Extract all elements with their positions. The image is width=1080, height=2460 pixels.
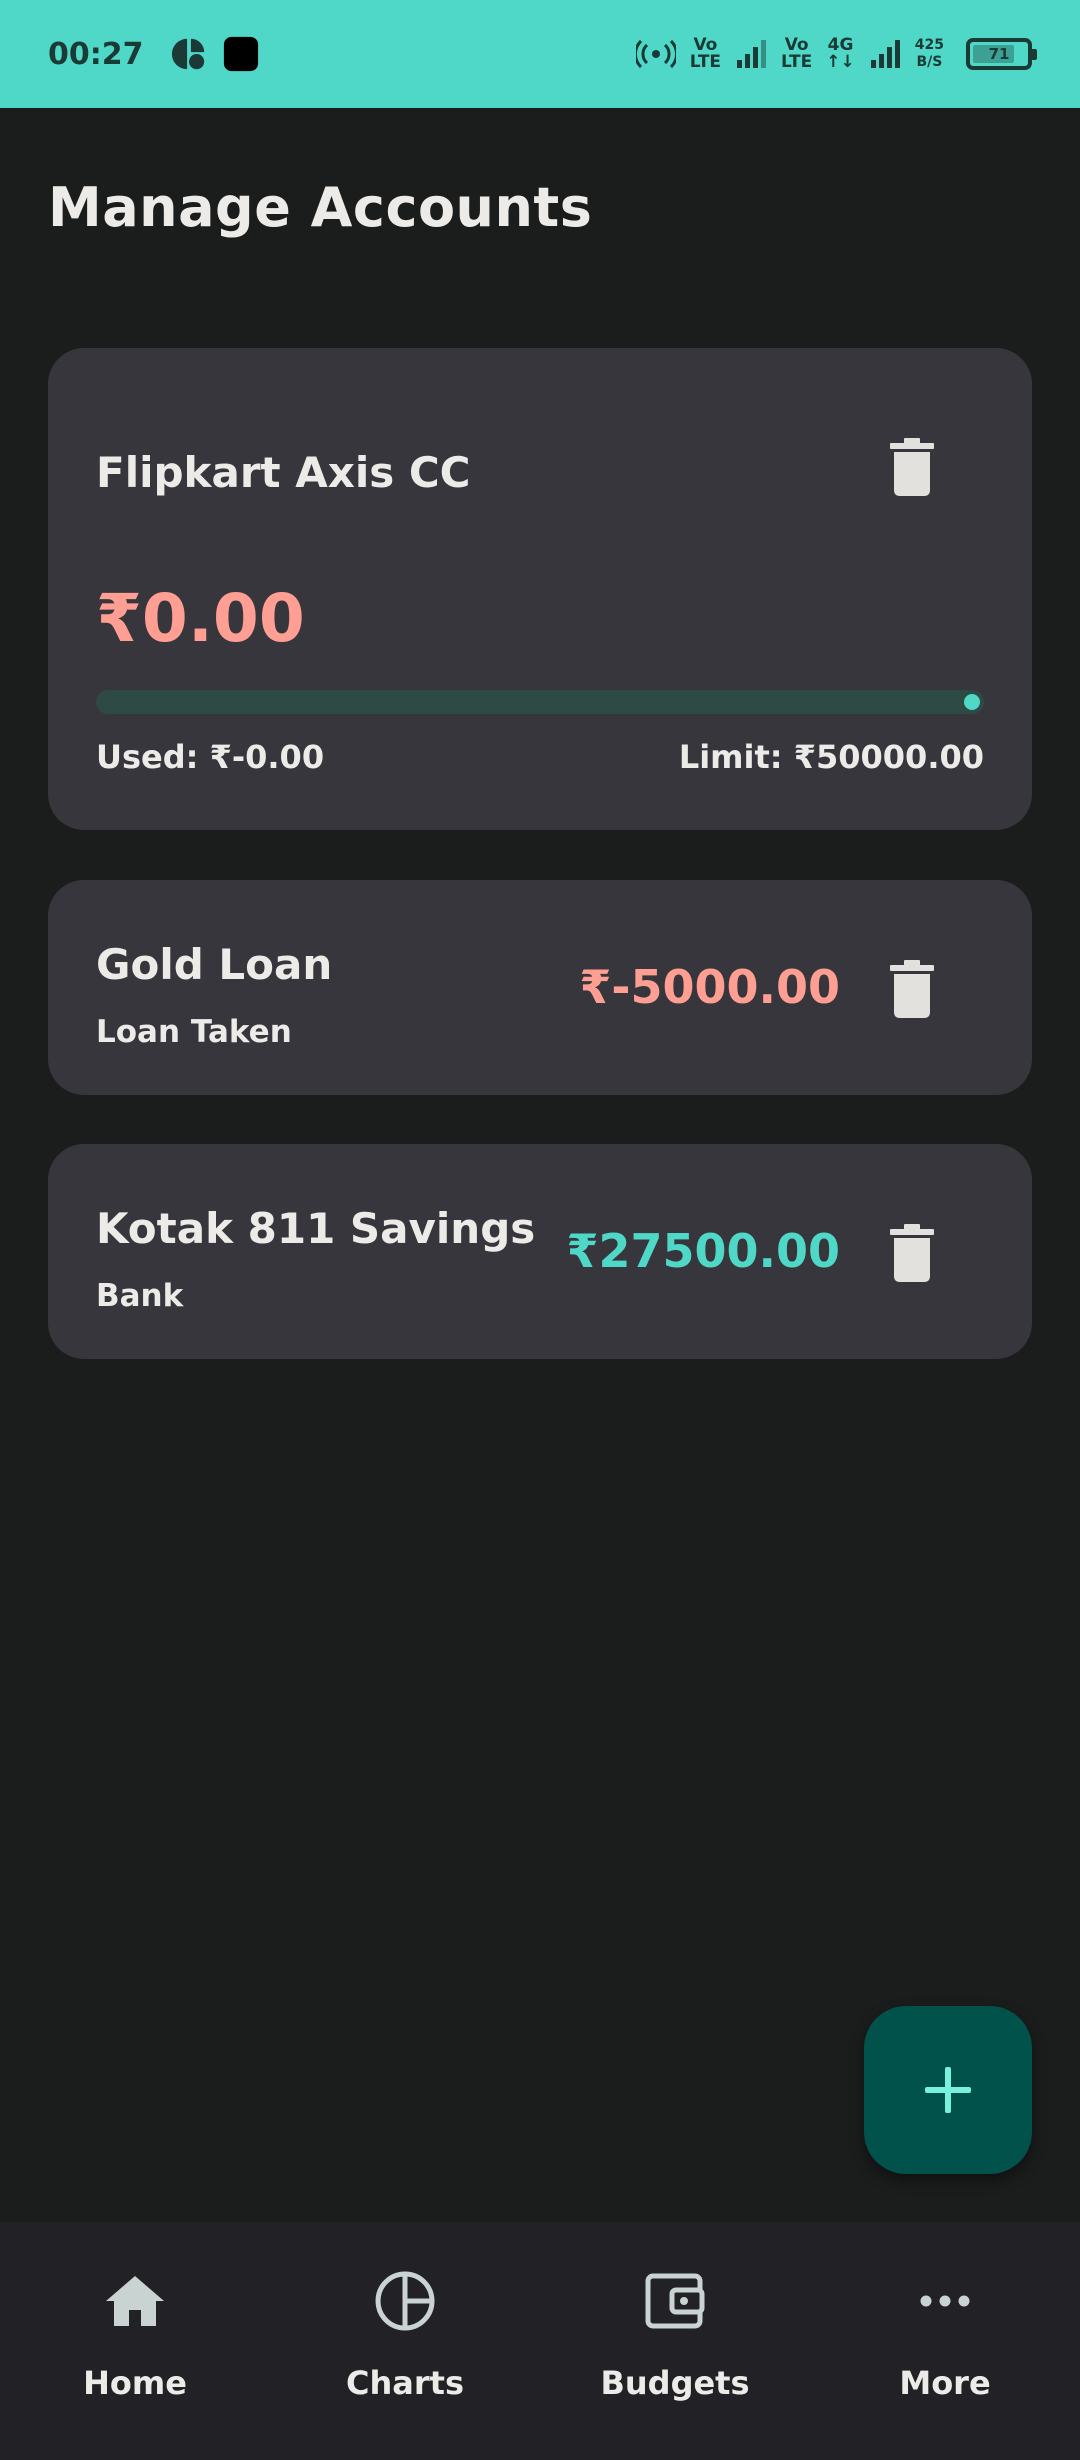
pie-chart-icon	[375, 2271, 435, 2331]
account-balance: ₹27500.00	[566, 1224, 840, 1278]
nav-more-label: More	[899, 2364, 991, 2402]
signal1-icon	[737, 40, 767, 68]
credit-limit-label: Limit: ₹50000.00	[678, 738, 984, 776]
black-square-notification-icon	[223, 36, 258, 72]
app-notification-icon	[171, 38, 204, 70]
add-account-button[interactable]	[864, 2006, 1032, 2174]
nav-charts-label: Charts	[346, 2364, 464, 2402]
plus-icon	[925, 2067, 971, 2113]
battery-indicator: 71	[966, 38, 1037, 70]
progress-indicator-dot	[964, 694, 980, 710]
volte2-indicator: Vo LTE	[781, 35, 813, 72]
bottom-navigation: Home Charts Budgets More	[0, 2222, 1080, 2460]
nav-home-label: Home	[83, 2364, 187, 2402]
network-speed: 425 B/S	[914, 37, 944, 70]
more-horiz-icon	[920, 2295, 970, 2307]
status-time: 00:27	[48, 36, 144, 72]
account-balance: ₹0.00	[96, 580, 305, 657]
home-icon	[106, 2276, 164, 2326]
hotspot-icon	[635, 39, 676, 69]
network-type: 4G ↑↓	[826, 35, 855, 72]
nav-charts[interactable]: Charts	[270, 2222, 540, 2460]
account-card-flipkart-axis-cc[interactable]: Flipkart Axis CC ₹0.00 Used: ₹-0.00 Limi…	[48, 348, 1032, 830]
account-type: Loan Taken	[96, 1014, 292, 1050]
nav-budgets[interactable]: Budgets	[540, 2222, 810, 2460]
trash-icon[interactable]	[890, 438, 934, 496]
page-title: Manage Accounts	[48, 176, 593, 239]
credit-usage-progress	[96, 690, 984, 714]
account-name: Gold Loan	[96, 940, 333, 989]
account-type: Bank	[96, 1278, 184, 1314]
account-name: Flipkart Axis CC	[96, 448, 471, 497]
trash-icon[interactable]	[890, 960, 934, 1018]
wallet-icon	[645, 2273, 705, 2329]
account-balance: ₹-5000.00	[579, 960, 840, 1014]
volte1-indicator: Vo LTE	[689, 35, 722, 72]
credit-used-label: Used: ₹-0.00	[96, 738, 325, 776]
nav-more[interactable]: More	[810, 2222, 1080, 2460]
account-card-gold-loan[interactable]: Gold Loan Loan Taken ₹-5000.00	[48, 880, 1032, 1095]
nav-budgets-label: Budgets	[600, 2364, 750, 2402]
account-name: Kotak 811 Savings	[96, 1204, 536, 1253]
trash-icon[interactable]	[890, 1224, 934, 1282]
account-card-kotak-811-savings[interactable]: Kotak 811 Savings Bank ₹27500.00	[48, 1144, 1032, 1359]
status-indicators: Vo LTE Vo LTE 4G ↑↓ 425 B/S 71	[635, 35, 1037, 72]
signal2-icon	[870, 40, 900, 68]
nav-home[interactable]: Home	[0, 2222, 270, 2460]
status-bar: 00:27 Vo LTE Vo LTE 4G ↑↓ 425 B/S 71	[0, 0, 1080, 108]
